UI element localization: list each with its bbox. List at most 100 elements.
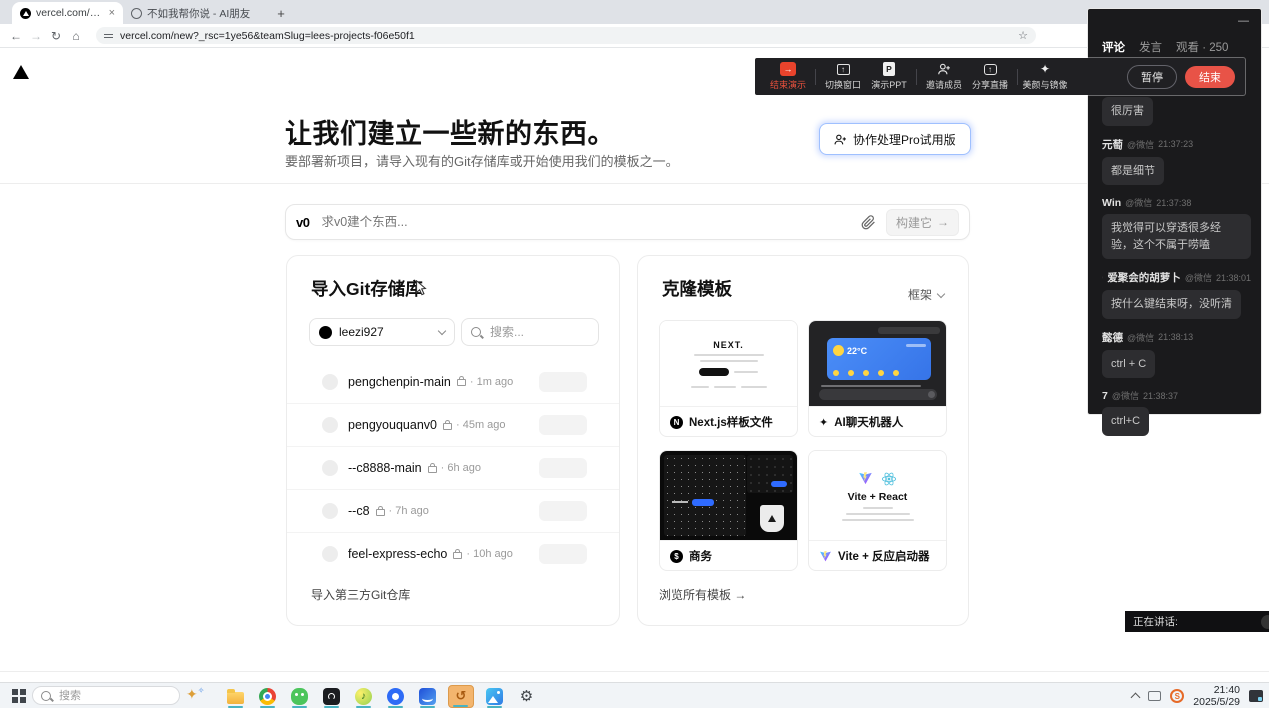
home-icon[interactable]: ⌂: [66, 29, 86, 43]
dark-app-icon[interactable]: [320, 685, 343, 708]
list-item: 懿德@微信21:38:13 ctrl + C: [1102, 330, 1251, 379]
qq-music-icon[interactable]: ♪: [352, 685, 375, 708]
table-row[interactable]: feel-express-echo · 10h ago: [287, 532, 619, 575]
file-explorer-icon[interactable]: [224, 685, 247, 708]
browser-tab-strip: vercel.com/new × 不如我帮你说 - AI朋友 +: [0, 0, 1269, 24]
switch-window-icon: ↑: [837, 64, 850, 75]
lock-icon: [453, 552, 462, 559]
table-row[interactable]: --c8888-main · 6h ago: [287, 446, 619, 489]
v0-prompt-input[interactable]: [319, 214, 851, 230]
share-livestream-button[interactable]: ↑ 分享直播: [967, 62, 1013, 91]
chat-source: @微信: [1125, 196, 1152, 209]
bookmark-star-icon[interactable]: ☆: [1018, 29, 1028, 42]
table-row[interactable]: pengyouquanv0 · 45m ago: [287, 403, 619, 446]
address-bar[interactable]: vercel.com/new?_rsc=1ye56&teamSlug=lees-…: [96, 27, 1036, 44]
chrome-icon[interactable]: [256, 685, 279, 708]
end-presentation-button[interactable]: → 结束演示: [765, 62, 811, 91]
git-account-dropdown[interactable]: leezi927: [309, 318, 455, 346]
chat-source: @微信: [1127, 138, 1154, 151]
tray-chevron-up-icon[interactable]: [1131, 693, 1141, 703]
import-git-card: 导入Git存储库 leezi927 pengchenpin-main · 1m …: [286, 255, 620, 626]
pause-button[interactable]: 暂停: [1127, 65, 1177, 89]
template-nextjs[interactable]: NEXT. N Next.js样板文件: [659, 320, 798, 437]
import-button-skeleton[interactable]: [539, 458, 587, 478]
list-item: Win@微信21:37:38 我觉得可以穿透很多经验，这个不属于唠嗑: [1102, 196, 1251, 259]
repo-time: · 6h ago: [441, 462, 481, 474]
windows-start-icon[interactable]: [12, 689, 18, 695]
switch-window-button[interactable]: ↑ 切换窗口: [820, 62, 866, 91]
taskbar-clock[interactable]: 21:40 2025/5/29: [1193, 684, 1240, 708]
site-settings-icon[interactable]: [104, 34, 113, 38]
tab-speak[interactable]: 发言: [1139, 39, 1162, 55]
invite-members-button[interactable]: 邀请成员: [921, 62, 967, 91]
collab-label: 协作处理Pro试用版: [853, 131, 956, 148]
blue-square-app-icon[interactable]: [416, 685, 439, 708]
active-meeting-app-icon[interactable]: ↺: [448, 685, 474, 708]
framework-filter-dropdown[interactable]: 框架: [908, 286, 944, 303]
template-ai-chatbot[interactable]: 22°C ✦ AI聊天机器人: [808, 320, 947, 437]
beauty-mirror-button[interactable]: ✦ 美颜与镜像: [1022, 62, 1068, 91]
chat-username: 7: [1102, 390, 1108, 402]
template-preview: 22°C: [809, 321, 946, 406]
import-third-party-link[interactable]: 导入第三方Git仓库: [311, 586, 410, 603]
repo-search-box[interactable]: [461, 318, 599, 346]
repo-time: · 1m ago: [470, 376, 513, 388]
template-preview: NEXT.: [660, 321, 797, 406]
tab-viewers[interactable]: 观看 · 250: [1176, 39, 1228, 55]
back-icon[interactable]: ←: [6, 29, 26, 43]
copilot-sparkle-icon[interactable]: ✦✧: [186, 686, 204, 703]
new-tab-button[interactable]: +: [272, 6, 290, 21]
tray-monitor-icon[interactable]: [1148, 691, 1161, 701]
chat-source: @微信: [1185, 271, 1212, 284]
import-button-skeleton[interactable]: [539, 544, 587, 564]
table-row[interactable]: pengchenpin-main · 1m ago: [287, 360, 619, 403]
forward-icon[interactable]: →: [26, 29, 46, 43]
template-commerce[interactable]: $ 商务: [659, 450, 798, 571]
chevron-down-icon: [438, 327, 446, 335]
minimize-icon[interactable]: —: [1238, 15, 1249, 27]
import-button-skeleton[interactable]: [539, 501, 587, 521]
build-it-button[interactable]: 构建它 →: [886, 209, 959, 236]
repo-name: pengyouquanv0: [348, 418, 437, 432]
toolbar-item-label: 美颜与镜像: [1022, 78, 1067, 91]
chat-source: @微信: [1112, 389, 1139, 402]
template-vite-react[interactable]: Vite + React Vite + 反应启动器: [808, 450, 947, 571]
import-button-skeleton[interactable]: [539, 372, 587, 392]
browse-all-templates-link[interactable]: 浏览所有模板 →: [659, 586, 746, 603]
toolbar-item-label: 切换窗口: [825, 78, 861, 91]
template-name: Vite + 反应启动器: [838, 548, 930, 564]
taskbar-search[interactable]: [32, 686, 180, 705]
notification-center-icon[interactable]: [1249, 690, 1263, 702]
blue-circle-app-icon[interactable]: [384, 685, 407, 708]
tab-comments[interactable]: 评论: [1102, 39, 1125, 55]
table-row[interactable]: --c8 · 7h ago: [287, 489, 619, 532]
settings-gear-icon[interactable]: ⚙: [515, 685, 538, 708]
tab-close-icon[interactable]: ×: [109, 7, 115, 19]
v0-logo: v0: [296, 215, 309, 230]
import-button-skeleton[interactable]: [539, 415, 587, 435]
repo-avatar: [322, 546, 338, 562]
import-section-title: 导入Git存储库: [311, 276, 423, 301]
next-wordmark: NEXT.: [713, 340, 744, 350]
v0-prompt-bar[interactable]: v0 构建它 →: [285, 204, 970, 240]
paperclip-icon[interactable]: [861, 215, 876, 230]
template-name: AI聊天机器人: [834, 414, 903, 430]
template-preview: Vite + React: [809, 451, 946, 540]
repo-time: · 10h ago: [466, 548, 512, 560]
present-ppt-button[interactable]: P 演示PPT: [866, 62, 912, 91]
repo-name: feel-express-echo: [348, 547, 447, 561]
tab-vercel[interactable]: vercel.com/new ×: [12, 2, 123, 24]
repo-avatar: [322, 374, 338, 390]
toolbar-item-label: 演示PPT: [871, 78, 907, 91]
photos-app-icon[interactable]: [483, 685, 506, 708]
reload-icon[interactable]: ↻: [46, 29, 66, 43]
wechat-icon[interactable]: [288, 685, 311, 708]
sogou-input-icon[interactable]: S: [1170, 689, 1184, 703]
tab-ai-chat[interactable]: 不如我帮你说 - AI朋友: [123, 2, 264, 24]
collaborate-pro-button[interactable]: 协作处理Pro试用版: [819, 123, 971, 155]
end-button[interactable]: 结束: [1185, 66, 1235, 88]
taskbar-search-input[interactable]: [57, 689, 151, 703]
repo-search-input[interactable]: [488, 324, 572, 340]
vite-preview-title: Vite + React: [848, 491, 908, 503]
repo-list: pengchenpin-main · 1m ago pengyouquanv0 …: [287, 360, 619, 575]
